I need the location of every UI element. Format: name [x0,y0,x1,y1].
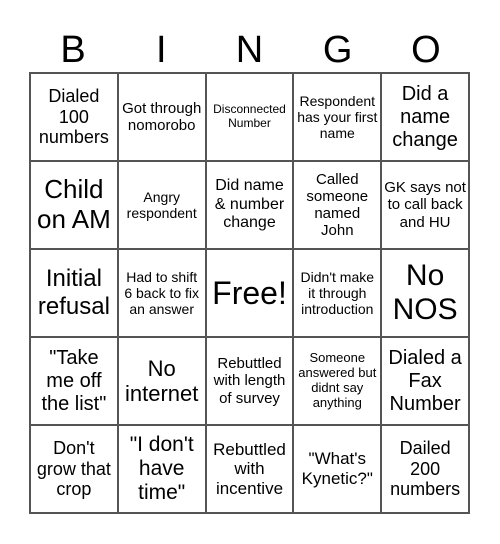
header-letter-n: N [235,29,264,71]
header-letter-o: O [411,29,441,71]
bingo-cell[interactable]: Don't grow that crop [30,425,118,513]
bingo-cell[interactable]: GK says not to call back and HU [381,161,469,249]
bingo-header: B I N G O [29,26,470,74]
header-letter-i: I [156,29,167,71]
free-space-cell[interactable]: Free! [205,249,294,337]
bingo-cell[interactable]: "What's Kynetic?" [293,425,382,513]
bingo-cell[interactable]: Angry respondent [117,161,206,249]
bingo-cell[interactable]: Respondent has your first name [293,73,382,161]
bingo-cell[interactable]: Had to shift 6 back to fix an answer [117,249,206,337]
bingo-cell[interactable]: "Take me off the list" [30,337,118,425]
header-letter-b: B [60,29,86,71]
bingo-cell[interactable]: Someone answered but didnt say anything [293,337,382,425]
bingo-cell[interactable]: Dailed 200 numbers [381,425,469,513]
bingo-cell[interactable]: "I don't have time" [117,425,206,513]
bingo-cell[interactable]: Child on AM [30,161,118,249]
bingo-cell[interactable]: Didn't make it through introduction [293,249,382,337]
bingo-cell[interactable]: Did a name change [381,73,469,161]
bingo-cell[interactable]: Rebuttled with length of survey [205,337,294,425]
header-letter-g: G [322,29,353,71]
bingo-cell[interactable]: Did name & number change [205,161,294,249]
bingo-cell[interactable]: Rebuttled with incentive [205,425,294,513]
bingo-grid: Dialed 100 numbers Got through nomorobo Di… [29,72,470,514]
bingo-cell[interactable]: Dialed a Fax Number [381,337,469,425]
bingo-cell[interactable]: Disconnected Number [205,73,294,161]
bingo-cell[interactable]: No internet [117,337,206,425]
bingo-cell[interactable]: Called someone named John [293,161,382,249]
bingo-cell[interactable]: No NOS [381,249,469,337]
bingo-cell[interactable]: Initial refusal [30,249,118,337]
bingo-cell[interactable]: Got through nomorobo [117,73,206,161]
bingo-cell[interactable]: Dialed 100 numbers [30,73,118,161]
